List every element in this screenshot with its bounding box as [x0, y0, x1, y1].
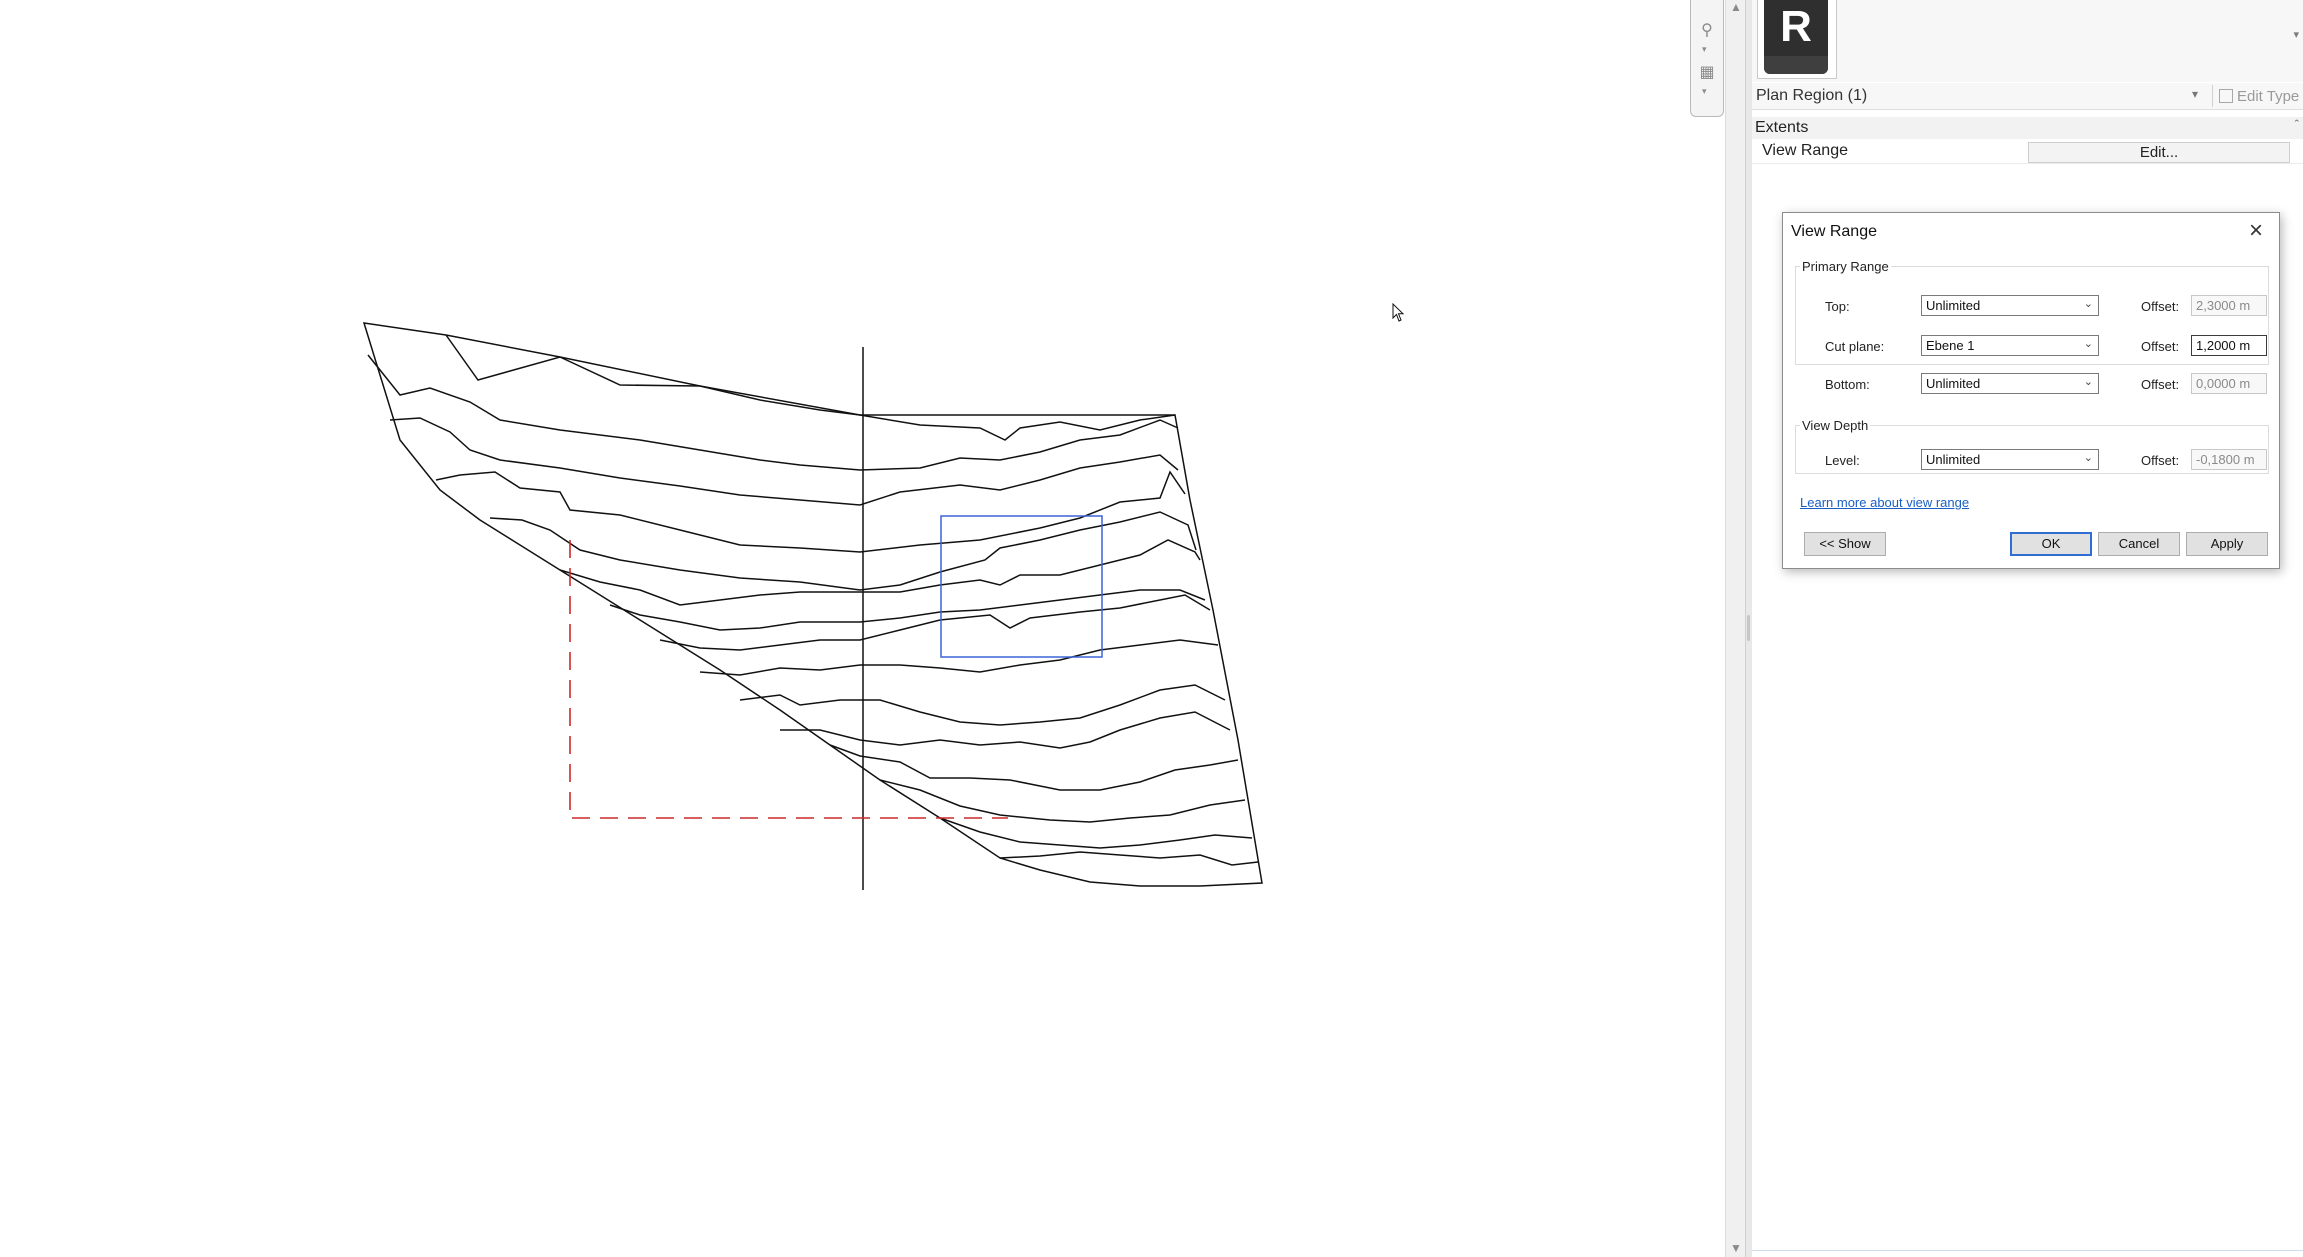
canvas-scrollbar[interactable]: ▲ ▼ [1725, 0, 1746, 1257]
property-group-extents[interactable]: Extents ˆ [1752, 117, 2303, 139]
edit-type-icon [2219, 89, 2233, 103]
pan-dropdown-icon[interactable]: ▾ [1702, 86, 1707, 97]
contour-line [879, 779, 1246, 823]
panel-splitter[interactable] [1745, 0, 1752, 1257]
selection-filter-row[interactable]: Plan Region (1) ▾ Edit Type [1752, 83, 2303, 110]
level-offset-label: Offset: [2141, 453, 2180, 468]
show-button[interactable]: << Show [1804, 532, 1886, 556]
bottom-label: Bottom: [1825, 377, 1870, 392]
level-select-value: Unlimited [1926, 452, 1981, 467]
zoom-icon[interactable]: ⚲ [1697, 20, 1717, 40]
toposurface-contours [362, 322, 1263, 887]
property-row-view-range: View Range Edit... [1752, 140, 2303, 164]
pan-icon[interactable]: ▦ [1697, 62, 1717, 82]
drawing-canvas[interactable]: ⚲ ▾ ▦ ▾ [0, 0, 1725, 1257]
edit-type-button[interactable]: Edit Type [2212, 85, 2303, 107]
contour-line [659, 594, 1211, 651]
navigation-bar: ⚲ ▾ ▦ ▾ [1690, 0, 1724, 117]
contour-line [367, 354, 1179, 471]
chevron-down-icon: ⌄ [2083, 338, 2093, 350]
type-image: R [1757, 0, 1837, 79]
splitter-grip[interactable] [1747, 615, 1750, 641]
selection-filter-label[interactable]: Plan Region (1) [1756, 87, 1867, 105]
top-offset-field[interactable]: 2,3000 m [2191, 295, 2267, 316]
edit-type-label: Edit Type [2237, 87, 2300, 105]
contour-line [780, 711, 1231, 749]
bottom-offset-field[interactable]: 0,0000 m [2191, 373, 2267, 394]
ok-button[interactable]: OK [2010, 532, 2092, 556]
apply-button[interactable]: Apply [2186, 532, 2268, 556]
toposurface-boundary [362, 322, 1263, 887]
contour-line [939, 817, 1253, 849]
scroll-down-icon[interactable]: ▼ [1730, 1241, 1742, 1255]
primary-range-legend: Primary Range [1802, 259, 1889, 274]
learn-more-link[interactable]: Learn more about view range [1800, 495, 1969, 510]
bottom-offset-label: Offset: [2141, 377, 2180, 392]
zoom-dropdown-icon[interactable]: ▾ [1702, 44, 1707, 55]
type-selector-header: R ▾ [1752, 0, 2303, 82]
selection-filter-dropdown-icon[interactable]: ▾ [2192, 87, 2198, 101]
cut-plane-offset-label: Offset: [2141, 339, 2180, 354]
bottom-select[interactable]: Unlimited ⌄ [1921, 373, 2099, 394]
view-range-edit-button[interactable]: Edit... [2028, 142, 2290, 163]
contour-line [445, 334, 1176, 441]
scroll-up-icon[interactable]: ▲ [1730, 0, 1742, 14]
top-select[interactable]: Unlimited ⌄ [1921, 295, 2099, 316]
bottom-select-value: Unlimited [1926, 376, 1981, 391]
plan-region-selection[interactable] [940, 515, 1103, 658]
top-select-value: Unlimited [1926, 298, 1981, 313]
cut-plane-select-value: Ebene 1 [1926, 338, 1975, 353]
type-selector-dropdown-icon[interactable]: ▾ [2293, 28, 2299, 41]
topography-plan-drawing[interactable] [0, 0, 1725, 1257]
revit-logo-icon: R [1764, 0, 1828, 74]
cut-plane-select[interactable]: Ebene 1 ⌄ [1921, 335, 2099, 356]
cut-plane-offset-field[interactable]: 1,2000 m [2191, 335, 2267, 356]
properties-footer [1752, 1250, 2303, 1257]
view-range-dialog: View Range × Primary Range Top: Unlimite… [1782, 212, 2280, 569]
contour-line [389, 417, 1179, 506]
chevron-down-icon: ⌄ [2083, 376, 2093, 388]
level-select[interactable]: Unlimited ⌄ [1921, 449, 2099, 470]
contour-line [609, 589, 1206, 631]
close-icon[interactable]: × [2241, 216, 2271, 246]
contour-line [999, 851, 1259, 866]
chevron-down-icon: ⌄ [2083, 452, 2093, 464]
properties-palette: R ▾ Plan Region (1) ▾ Edit Type Extents … [1752, 0, 2303, 1257]
cut-plane-label: Cut plane: [1825, 339, 1885, 354]
property-group-label: Extents [1755, 119, 1809, 136]
cancel-button[interactable]: Cancel [2098, 532, 2180, 556]
level-offset-field[interactable]: -0,1800 m [2191, 449, 2267, 470]
contour-line [435, 470, 1186, 553]
view-depth-legend: View Depth [1802, 418, 1869, 433]
chevron-down-icon: ⌄ [2083, 298, 2093, 310]
mouse-cursor-icon [1392, 303, 1405, 322]
collapse-icon[interactable]: ˆ [2295, 117, 2299, 132]
property-name: View Range [1762, 142, 1848, 159]
level-label: Level: [1825, 453, 1860, 468]
dialog-title: View Range [1791, 223, 1877, 240]
top-offset-label: Offset: [2141, 299, 2180, 314]
top-label: Top: [1825, 299, 1850, 314]
contour-line [739, 684, 1226, 726]
